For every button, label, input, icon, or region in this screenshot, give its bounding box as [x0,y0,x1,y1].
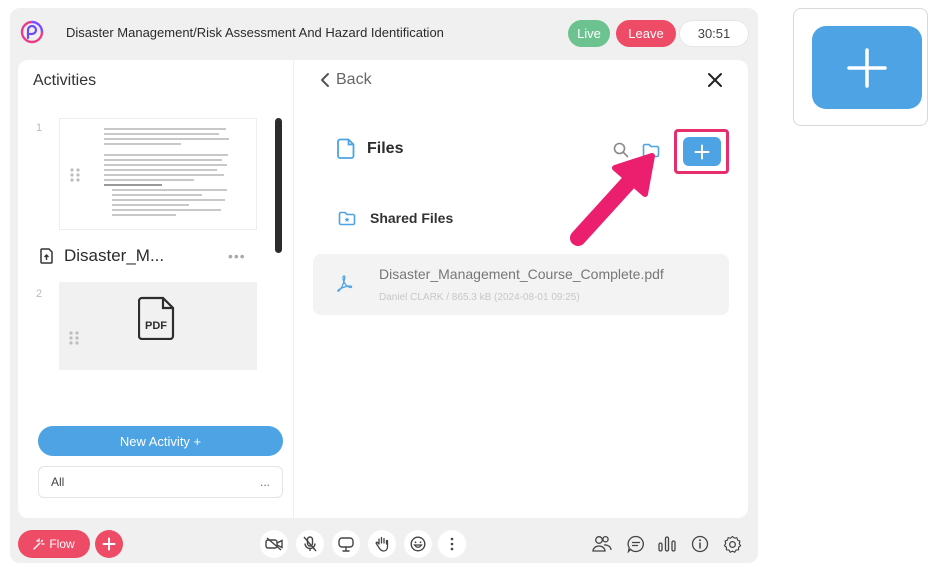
participants-icon [592,535,612,552]
activities-title: Activities [33,72,97,89]
add-file-highlight [674,129,729,174]
poll-icon [658,536,676,552]
course-title: Disaster Management/Risk Assessment And … [66,25,444,40]
slide-menu-button[interactable]: ••• [228,248,246,264]
screen-share-button[interactable] [332,530,360,558]
file-icon [337,138,355,159]
settings-button[interactable] [720,532,744,556]
session-timer: 30:51 [679,20,749,47]
drag-handle-icon[interactable] [68,330,80,346]
poll-button[interactable] [655,532,679,556]
mic-toggle-button[interactable] [296,530,324,558]
plus-icon [847,47,887,88]
raise-hand-button[interactable] [368,530,396,558]
file-list-item[interactable]: Disaster_Management_Course_Complete.pdf … [313,254,729,315]
zoomed-add-callout [793,8,928,126]
back-label: Back [336,71,372,88]
pdf-icon: PDF [138,296,175,340]
app-window: Disaster Management/Risk Assessment And … [10,8,758,563]
files-label: Files [367,139,404,157]
plus-icon [694,144,710,159]
acrobat-icon [337,275,353,292]
mic-off-icon [303,536,317,552]
close-icon[interactable] [705,70,725,90]
info-icon [691,535,709,553]
screen-share-icon [338,536,354,552]
add-button[interactable] [95,530,123,558]
slide-thumbnail-1[interactable] [59,118,257,230]
files-section-header: Files [337,138,403,159]
zoomed-add-button[interactable] [812,26,922,109]
back-button[interactable]: Back [320,71,372,89]
plus-icon [102,537,116,551]
file-upload-icon [40,248,53,264]
main-card: Activities 1 Disaster_M... ••• 2 PDF New… [18,60,748,518]
camera-toggle-button[interactable] [260,530,288,558]
svg-text:PDF: PDF [145,320,167,332]
info-button[interactable] [688,532,712,556]
filter-more-button[interactable]: ... [260,475,270,489]
file-meta: Daniel CLARK / 865.3 kB (2024-08-01 09:2… [379,292,580,303]
raise-hand-icon [375,536,389,552]
filter-value: All [51,475,65,489]
add-file-button[interactable] [683,137,721,166]
app-logo-icon [20,20,44,44]
live-badge: Live [568,20,610,47]
drag-handle-icon[interactable] [69,167,81,183]
chat-button[interactable] [624,532,648,556]
chat-icon [627,535,644,553]
pointer-arrow-annotation [570,153,655,246]
more-vertical-icon [450,537,454,551]
flow-button[interactable]: Flow [18,530,90,558]
slide-number: 1 [36,122,43,134]
slide-file-name: Disaster_M... [64,246,165,265]
flow-label: Flow [49,537,75,551]
leave-button[interactable]: Leave [616,20,676,47]
emoji-button[interactable] [404,530,432,558]
settings-icon [723,535,741,553]
magic-icon [33,538,45,550]
top-bar: Disaster Management/Risk Assessment And … [10,8,758,58]
new-activity-button[interactable]: New Activity + [38,426,283,456]
file-name: Disaster_Management_Course_Complete.pdf [379,266,664,282]
activity-filter-select[interactable]: All ... [38,466,283,498]
shared-folder-icon [338,211,356,225]
document-preview [104,125,232,219]
emoji-icon [410,536,426,552]
bottom-toolbar: Flow [10,523,758,563]
video-off-icon [265,537,283,551]
activities-panel: Activities 1 Disaster_M... ••• 2 PDF New… [18,60,294,518]
participants-button[interactable] [590,532,614,556]
chevron-left-icon [321,73,329,87]
shared-files-row[interactable]: Shared Files [338,210,453,226]
slide-number: 2 [36,288,43,300]
slide-file-row[interactable]: Disaster_M... [40,246,164,266]
shared-files-label: Shared Files [370,210,454,226]
more-options-button[interactable] [438,530,466,558]
files-panel: Back Files Shared Files Disaster_Managem… [295,60,748,518]
activities-scrollbar[interactable] [275,118,282,253]
